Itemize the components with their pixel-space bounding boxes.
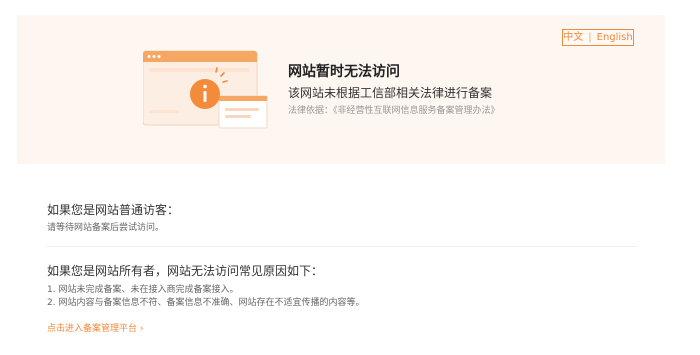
page-subtitle: 该网站未根据工信部相关法律进行备案 bbox=[288, 86, 493, 100]
language-switch: 中文 | English bbox=[562, 29, 634, 46]
visitor-heading: 如果您是网站普通访客： bbox=[47, 203, 180, 217]
owner-reason-item: 1. 网站未完成备案、未在接入商完成备案接入。 bbox=[47, 285, 239, 295]
law-reference: 法律依据：《非经营性互联网信息服务备案管理办法》 bbox=[288, 106, 500, 116]
lang-english-link[interactable]: English bbox=[597, 30, 633, 45]
visitor-text: 请等待网站备案后尝试访问。 bbox=[47, 223, 165, 233]
owner-reason-item: 2. 网站内容与备案信息不符、备案信息不准确、网站存在不适宜传播的内容等。 bbox=[47, 298, 365, 308]
section-divider bbox=[47, 246, 637, 247]
page-title: 网站暂时无法访问 bbox=[288, 64, 400, 80]
lang-chinese-link[interactable]: 中文 bbox=[563, 30, 583, 45]
lang-separator: | bbox=[588, 32, 592, 43]
browser-warning-illustration bbox=[143, 50, 268, 129]
owner-heading: 如果您是网站所有者，网站无法访问常见原因如下： bbox=[47, 264, 324, 278]
filing-platform-link[interactable]: 点击进入备案管理平台 › bbox=[47, 321, 143, 334]
